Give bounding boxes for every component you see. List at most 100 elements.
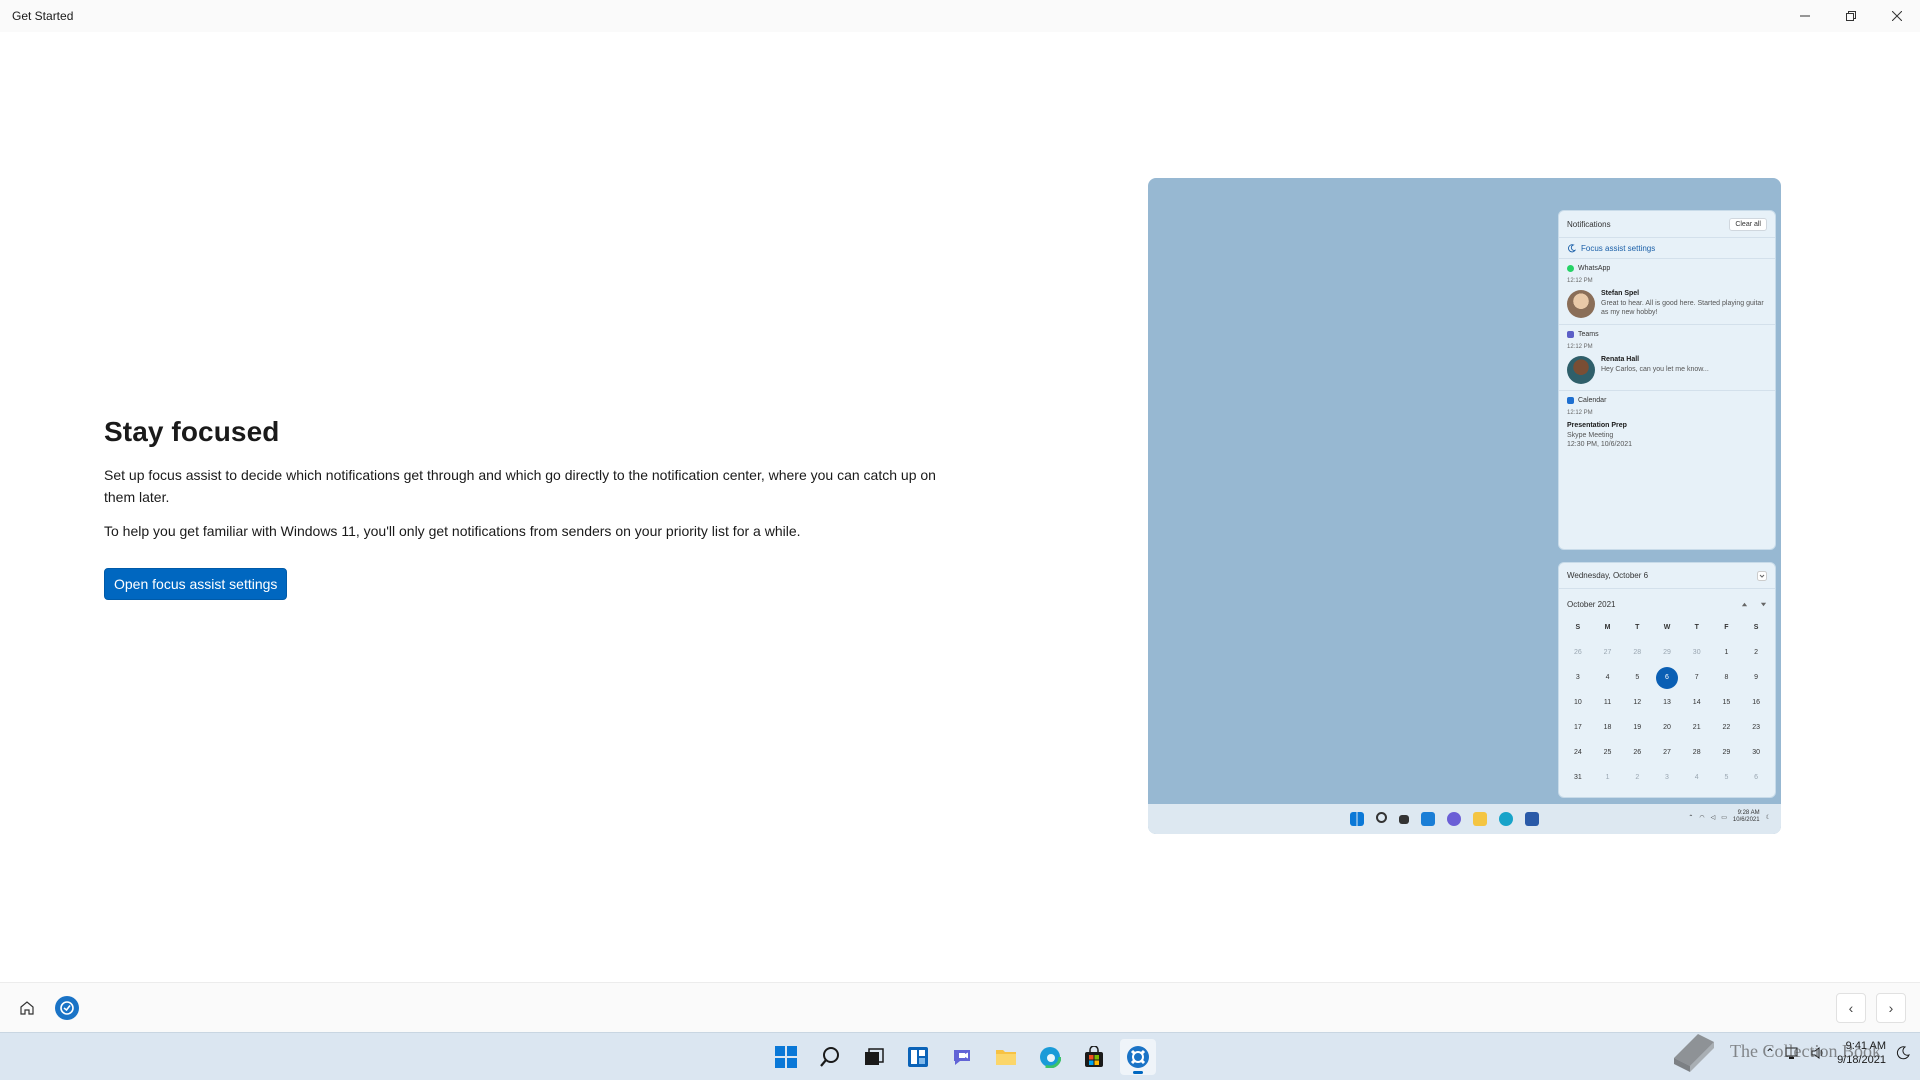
calendar-day: 11 xyxy=(1603,699,1612,706)
chevron-left-icon: ‹ xyxy=(1848,1000,1854,1016)
watermark: The Collection Book xyxy=(1668,1028,1881,1074)
edge-button[interactable] xyxy=(1032,1039,1068,1075)
restore-button[interactable] xyxy=(1828,0,1874,32)
mini-tray: ⌃ ◠ ◁ ▭ 9:28 AM 10/6/2021 ☾ xyxy=(1688,810,1771,824)
book-icon xyxy=(1674,1034,1714,1072)
search-button[interactable] xyxy=(812,1039,848,1075)
minimize-button[interactable] xyxy=(1782,0,1828,32)
app-navigation-bar: ‹ › xyxy=(0,982,1920,1032)
notification-group-teams: Teams 12:12 PM Renata Hall Hey Carlos, c… xyxy=(1559,325,1775,391)
store-icon xyxy=(1085,1046,1103,1067)
notification-time: 12:12 PM xyxy=(1567,410,1593,416)
focus-assist-link: Focus assist settings xyxy=(1559,237,1775,259)
notification-time: 12:12 PM xyxy=(1567,278,1593,284)
calendar-day: 24 xyxy=(1573,749,1582,756)
notifications-header: Notifications Clear all xyxy=(1559,211,1775,237)
search-icon xyxy=(820,1047,839,1067)
notification-message: Skype Meeting xyxy=(1567,432,1614,439)
home-button[interactable] xyxy=(16,997,38,1019)
task-view-button[interactable] xyxy=(856,1039,892,1075)
window-title: Get Started xyxy=(12,9,74,23)
mini-clock-time: 9:28 AM xyxy=(1737,810,1760,816)
calendar-day: 3 xyxy=(1665,774,1669,781)
wifi-icon: ◠ xyxy=(1699,814,1705,821)
whatsapp-icon xyxy=(1567,265,1574,272)
calendar-day: 27 xyxy=(1603,649,1612,656)
calendar-day: 28 xyxy=(1633,649,1642,656)
get-started-icon xyxy=(60,1001,74,1015)
notification-sender: Presentation Prep xyxy=(1567,422,1627,429)
home-icon xyxy=(20,1001,34,1015)
volume-icon: ◁ xyxy=(1710,814,1716,821)
calendar-day: 2 xyxy=(1754,649,1759,656)
notification-time: 12:12 PM xyxy=(1567,344,1593,350)
teams-icon xyxy=(1567,331,1574,338)
notification-app: Teams xyxy=(1578,331,1599,338)
restore-icon xyxy=(1846,11,1856,21)
calendar-date: Wednesday, October 6 xyxy=(1567,571,1649,580)
window-controls xyxy=(1782,0,1920,32)
task-view-icon xyxy=(1399,815,1409,824)
windows-icon xyxy=(1350,812,1364,826)
previous-button[interactable]: ‹ xyxy=(1836,993,1866,1023)
calendar-day: 21 xyxy=(1692,724,1701,731)
chevron-up-icon: ⌃ xyxy=(1688,814,1694,821)
notification-message: Great to hear. All is good here. Started… xyxy=(1601,300,1764,316)
chevron-right-icon: › xyxy=(1888,1000,1894,1016)
notification-sender: Renata Hall xyxy=(1601,356,1640,363)
next-button[interactable]: › xyxy=(1876,993,1906,1023)
calendar-day: 28 xyxy=(1692,749,1701,756)
open-focus-assist-settings-button[interactable]: Open focus assist settings xyxy=(104,568,288,600)
chat-icon xyxy=(1447,812,1461,826)
moon-icon[interactable] xyxy=(1896,1046,1910,1060)
start-button[interactable] xyxy=(768,1039,804,1075)
calendar-day: 1 xyxy=(1724,649,1729,656)
calendar-day: 4 xyxy=(1694,774,1699,781)
calendar-day: 30 xyxy=(1752,749,1761,756)
calendar-day: 5 xyxy=(1635,674,1640,681)
mini-clock-date: 10/6/2021 xyxy=(1732,817,1760,823)
calendar-day: 29 xyxy=(1663,649,1671,656)
widgets-button[interactable] xyxy=(900,1039,936,1075)
calendar-grid: S M T W T F S 26 27 28 29 30 1 2 3 4 5 6 7 8 9 10 11 12 13 14 15 16… xyxy=(1559,615,1775,790)
minimize-icon xyxy=(1800,15,1810,17)
calendar-weekday: S xyxy=(1753,624,1759,631)
calendar-icon xyxy=(1567,397,1574,404)
search-icon xyxy=(1376,812,1387,823)
get-started-logo[interactable] xyxy=(55,996,79,1020)
avatar xyxy=(1567,290,1595,318)
chat-icon xyxy=(954,1050,970,1065)
watermark-text: The Collection Book xyxy=(1730,1040,1881,1061)
close-button[interactable] xyxy=(1874,0,1920,32)
get-started-taskbar-button[interactable] xyxy=(1120,1039,1156,1075)
calendar-day: 1 xyxy=(1605,774,1610,781)
calendar-day: 30 xyxy=(1692,649,1701,656)
calendar-day: 2 xyxy=(1635,774,1640,781)
clear-all-button: Clear all xyxy=(1729,217,1767,231)
avatar xyxy=(1567,356,1595,384)
edge-icon xyxy=(1039,1046,1061,1068)
store-button[interactable] xyxy=(1076,1039,1112,1075)
widgets-icon xyxy=(1421,812,1435,826)
task-view-icon xyxy=(865,1048,884,1065)
calendar-weekday: M xyxy=(1604,624,1611,631)
notification-message-time: 12:30 PM, 10/6/2021 xyxy=(1567,441,1632,448)
notification-app: Calendar xyxy=(1578,397,1607,404)
notifications-title: Notifications xyxy=(1567,219,1611,229)
calendar-weekday: S xyxy=(1575,624,1581,631)
calendar-day: 18 xyxy=(1603,724,1612,731)
focus-assist-link-label: Focus assist settings xyxy=(1581,243,1656,253)
notification-message: Hey Carlos, can you let me know... xyxy=(1601,366,1709,373)
file-explorer-icon xyxy=(1473,812,1487,826)
taskbar-icons xyxy=(768,1039,1156,1075)
calendar-day: 22 xyxy=(1722,724,1731,731)
calendar-day: 20 xyxy=(1663,724,1671,731)
chevron-down-icon xyxy=(1757,570,1767,581)
calendar-day: 17 xyxy=(1573,724,1582,731)
file-explorer-button[interactable] xyxy=(988,1039,1024,1075)
chat-button[interactable] xyxy=(944,1039,980,1075)
page-title: Stay focused xyxy=(104,416,280,447)
chevron-up-icon xyxy=(1741,602,1748,606)
chevron-down-icon xyxy=(1760,602,1767,606)
calendar-date-header: Wednesday, October 6 xyxy=(1559,563,1775,589)
